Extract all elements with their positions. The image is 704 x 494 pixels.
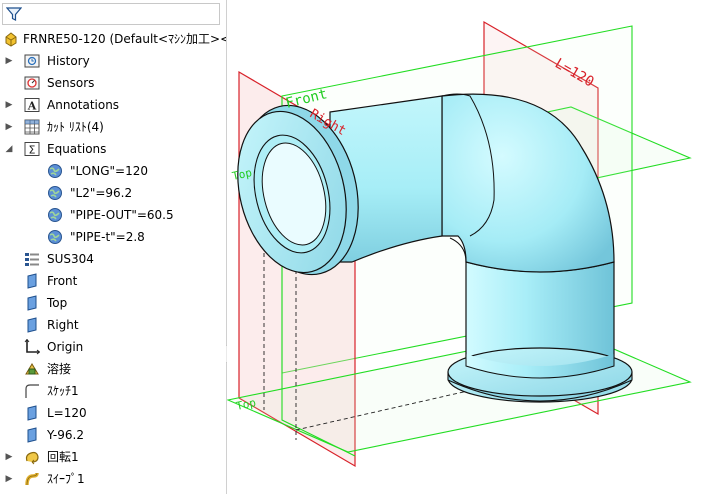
cut-list-icon (24, 119, 40, 135)
equations-icon: Σ (24, 142, 40, 157)
tree-item-next[interactable] (0, 490, 226, 494)
tree-item-sketch1[interactable]: ｽｹｯﾁ1 (0, 380, 226, 402)
tree-item-plane-l120[interactable]: L=120 (0, 402, 226, 424)
tree-item-cut-list[interactable]: ▶ ｶｯﾄ ﾘｽﾄ(4) (0, 116, 226, 138)
tree-root-label: FRNRE50-120 (Default<ﾏｼﾝ加工><<D (23, 32, 227, 46)
graphics-viewport[interactable]: Front Right L=120 Top Top (227, 0, 704, 494)
plane-icon (27, 405, 37, 421)
origin-icon (24, 339, 40, 355)
expand-arrow-icon[interactable]: ▶ (4, 116, 14, 138)
collapse-arrow-icon[interactable]: ◢ (4, 138, 14, 160)
tree-item-right-plane[interactable]: Right (0, 314, 226, 336)
equation-item[interactable]: "LONG"=120 (0, 160, 226, 182)
equation-item[interactable]: "PIPE-OUT"=60.5 (0, 204, 226, 226)
pipe-bottom-flange[interactable] (447, 347, 633, 403)
tree-item-origin[interactable]: Origin (0, 336, 226, 358)
tree-item-sensors[interactable]: Sensors (0, 72, 226, 94)
filter-icon (6, 7, 22, 21)
tree-item-weldment[interactable]: 溶接 (0, 358, 226, 380)
tree-item-top-plane[interactable]: Top (0, 292, 226, 314)
equation-item[interactable]: "L2"=96.2 (0, 182, 226, 204)
plane-icon (27, 317, 37, 333)
tree-item-sweep1[interactable]: ▶ ｽｲｰﾌﾟ1 (0, 468, 226, 490)
expand-arrow-icon[interactable]: ▶ (4, 50, 14, 72)
global-variable-icon (48, 164, 62, 178)
tree-item-revolve1[interactable]: ▶ 回転1 (0, 446, 226, 468)
history-icon (24, 54, 40, 68)
annotations-icon: A (24, 98, 40, 113)
part-icon (5, 32, 17, 47)
weldment-icon (25, 363, 39, 375)
sweep-icon (25, 472, 39, 486)
revolve-icon (25, 451, 39, 465)
plane-icon (27, 295, 37, 311)
expand-arrow-icon[interactable]: ▶ (4, 94, 14, 116)
equation-item[interactable]: "PIPE-t"=2.8 (0, 226, 226, 248)
tree-item-plane-y962[interactable]: Y-96.2 (0, 424, 226, 446)
global-variable-icon (48, 230, 62, 244)
material-icon (25, 253, 39, 266)
sketch-icon (25, 384, 39, 398)
tree-item-equations[interactable]: ◢ Σ Equations (0, 138, 226, 160)
plane-icon (27, 273, 37, 289)
tree-item-history[interactable]: ▶ History (0, 50, 226, 72)
model-view: Front Right L=120 Top Top (227, 20, 692, 468)
tree-item-front-plane[interactable]: Front (0, 270, 226, 292)
expand-arrow-icon[interactable]: ▶ (4, 468, 14, 490)
feature-manager-tree: FRNRE50-120 (Default<ﾏｼﾝ加工><<D ▶ History… (0, 0, 227, 494)
sensor-icon (24, 76, 40, 90)
expand-arrow-icon[interactable]: ▶ (4, 446, 14, 468)
plane-icon (27, 427, 37, 443)
global-variable-icon (48, 186, 62, 200)
tree-filter-box[interactable] (2, 3, 220, 25)
svg-text:A: A (27, 100, 37, 113)
svg-text:Σ: Σ (29, 144, 36, 157)
global-variable-icon (48, 208, 62, 222)
tree-item-annotations[interactable]: ▶ A Annotations (0, 94, 226, 116)
tree-root[interactable]: FRNRE50-120 (Default<ﾏｼﾝ加工><<D (0, 28, 226, 50)
tree-item-material[interactable]: SUS304 (0, 248, 226, 270)
